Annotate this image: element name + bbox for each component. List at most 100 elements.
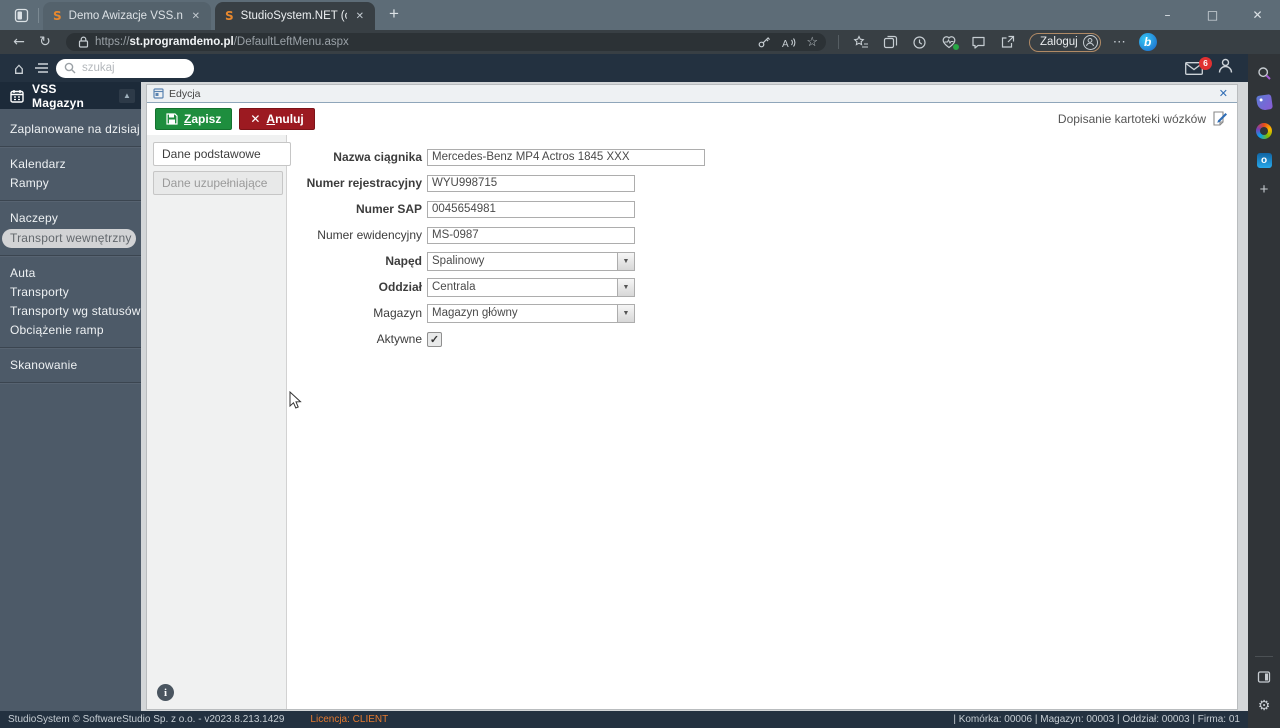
login-button[interactable]: Zaloguj [1029, 32, 1101, 52]
browser-tab-1[interactable]: S Demo Awizacje VSS.net - Demo ✕ [43, 2, 211, 30]
select-value: Centrala [432, 281, 476, 293]
url-bar[interactable]: https://st.programdemo.pl/DefaultLeftMen… [66, 33, 826, 51]
password-key-icon[interactable] [757, 35, 771, 49]
dropdown-arrow-icon[interactable]: ▼ [617, 252, 634, 270]
essentials-status-dot [953, 44, 959, 50]
sidebar-item-kalendarz[interactable]: Kalendarz [0, 155, 141, 174]
info-icon[interactable]: i [157, 684, 174, 701]
window-minimize-button[interactable]: – [1145, 0, 1190, 30]
checkbox-aktywne[interactable]: ✓ [427, 331, 442, 347]
main-content-area: Edycja ✕ Zapisz ✕ Anuluj Dopisanie karto… [141, 82, 1248, 711]
sidebar-item-naczepy[interactable]: Naczepy [0, 209, 141, 228]
form-row: Numer SAP [287, 196, 1237, 222]
messages-button[interactable]: 6 [1185, 56, 1212, 75]
add-favorite-star-icon[interactable]: ☆ [806, 34, 818, 50]
tab-title: Demo Awizacje VSS.net - Demo [68, 10, 183, 22]
search-input[interactable] [82, 62, 172, 74]
save-button[interactable]: Zapisz [155, 108, 233, 130]
input-numer-rejestracyjny[interactable] [427, 174, 635, 192]
lock-icon [78, 36, 89, 48]
window-close-button[interactable]: ✕ [1235, 0, 1280, 30]
tab-actions-menu-icon[interactable] [6, 2, 36, 28]
refresh-button[interactable]: ↻ [32, 34, 58, 50]
browser-menu-icon[interactable]: ⋯ [1113, 34, 1127, 50]
form-row: Magazyn Magazyn główny ▼ [287, 300, 1237, 326]
sidebar-search-icon[interactable] [1253, 62, 1275, 84]
menu-divider [0, 255, 141, 257]
select-value: Magazyn główny [432, 307, 518, 319]
select-oddzial[interactable]: Centrala ▼ [427, 277, 635, 297]
select-value: Spalinowy [432, 255, 485, 267]
tab-dane-podstawowe[interactable]: Dane podstawowe [153, 142, 291, 166]
dropdown-arrow-icon[interactable]: ▼ [617, 278, 634, 296]
home-icon[interactable]: ⌂ [8, 59, 30, 78]
sidebar-item-transporty-wg-statusow[interactable]: Transporty wg statusów [0, 302, 141, 321]
status-version-text: StudioSystem © SoftwareStudio Sp. z o.o.… [8, 714, 285, 725]
microsoft-365-icon[interactable] [1253, 120, 1275, 142]
feedback-icon[interactable] [971, 35, 986, 49]
share-icon[interactable] [1000, 35, 1015, 49]
browser-tab-2-active[interactable]: S StudioSystem.NET (c) SoftwareS ✕ [215, 2, 375, 30]
favorites-icon[interactable] [853, 35, 869, 49]
back-button[interactable]: ← [6, 34, 32, 50]
select-naped[interactable]: Spalinowy ▼ [427, 251, 635, 271]
menu-hamburger-icon[interactable] [30, 62, 52, 74]
menu-divider [0, 146, 141, 148]
form-window-icon [153, 88, 164, 99]
menu-divider [0, 200, 141, 202]
sidebar-item-zaplanowane-na-dzisiaj[interactable]: Zaplanowane na dzisiaj [0, 120, 141, 139]
tab-favicon: S [53, 9, 62, 23]
app-statusbar: StudioSystem © SoftwareStudio Sp. z o.o.… [0, 711, 1248, 728]
save-label: Zapisz [184, 112, 222, 126]
tab-close-icon[interactable]: ✕ [354, 11, 366, 22]
history-icon[interactable] [912, 35, 927, 50]
menu-divider [0, 347, 141, 349]
dropdown-arrow-icon[interactable]: ▼ [617, 304, 634, 322]
bing-copilot-icon[interactable]: b [1138, 33, 1157, 51]
sidebar-header[interactable]: VSS Magazyn ▲ [0, 82, 141, 110]
form-row: Napęd Spalinowy ▼ [287, 248, 1237, 274]
field-label-naped: Napęd [385, 254, 422, 268]
search-icon [64, 62, 76, 74]
browser-essentials-icon[interactable] [941, 35, 959, 50]
sidebar-divider [1255, 656, 1273, 657]
outlook-icon[interactable]: o [1253, 149, 1275, 171]
form-row: Aktywne ✓ [287, 326, 1237, 352]
field-label-numer-ewidencyjny: Numer ewidencyjny [317, 228, 422, 242]
sidebar-item-skanowanie[interactable]: Skanowanie [0, 356, 141, 375]
settings-gear-icon[interactable]: ⚙ [1253, 695, 1275, 717]
shopping-tag-icon[interactable] [1253, 91, 1275, 113]
avatar [1082, 34, 1098, 50]
read-aloud-icon[interactable]: A [781, 36, 796, 49]
sidebar-item-transport-wewnetrzny[interactable]: Transport wewnętrzny [2, 229, 136, 248]
tab-close-icon[interactable]: ✕ [190, 11, 202, 22]
field-label-oddzial: Oddział [378, 280, 422, 294]
panel-header: Edycja ✕ [147, 85, 1237, 103]
url-text: https://st.programdemo.pl/DefaultLeftMen… [95, 36, 349, 48]
new-tab-button[interactable]: + [381, 3, 407, 27]
window-maximize-button[interactable]: □ [1190, 0, 1235, 30]
edit-document-icon[interactable] [1211, 110, 1229, 128]
panel-close-icon[interactable]: ✕ [1216, 87, 1231, 100]
sidebar-item-obciazenie-ramp[interactable]: Obciążenie ramp [0, 321, 141, 340]
add-sidebar-app-icon[interactable]: + [1253, 178, 1275, 200]
collections-icon[interactable] [883, 35, 898, 49]
customize-sidebar-icon[interactable] [1253, 666, 1275, 688]
edge-sidebar: o + ⚙ [1248, 54, 1280, 728]
input-numer-ewidencyjny[interactable] [427, 226, 635, 244]
input-numer-sap[interactable] [427, 200, 635, 218]
cancel-button[interactable]: ✕ Anuluj [239, 108, 315, 130]
app-search-box[interactable] [56, 58, 194, 78]
sidebar-item-rampy[interactable]: Rampy [0, 174, 141, 193]
sidebar-item-transporty[interactable]: Transporty [0, 283, 141, 302]
sidebar-item-auta[interactable]: Auta [0, 264, 141, 283]
select-magazyn[interactable]: Magazyn główny ▼ [427, 303, 635, 323]
input-nazwa-ciagnika[interactable] [427, 148, 705, 166]
tab-dane-uzupelniajace[interactable]: Dane uzupełniające [153, 171, 283, 195]
app-sidebar: VSS Magazyn ▲ Zaplanowane na dzisiaj Kal… [0, 82, 141, 711]
user-account-button[interactable] [1217, 57, 1234, 79]
form-row: Numer rejestracyjny [287, 170, 1237, 196]
tab-favicon: S [225, 9, 234, 23]
form-row: Numer ewidencyjny [287, 222, 1237, 248]
sidebar-collapse-icon[interactable]: ▲ [119, 88, 135, 103]
